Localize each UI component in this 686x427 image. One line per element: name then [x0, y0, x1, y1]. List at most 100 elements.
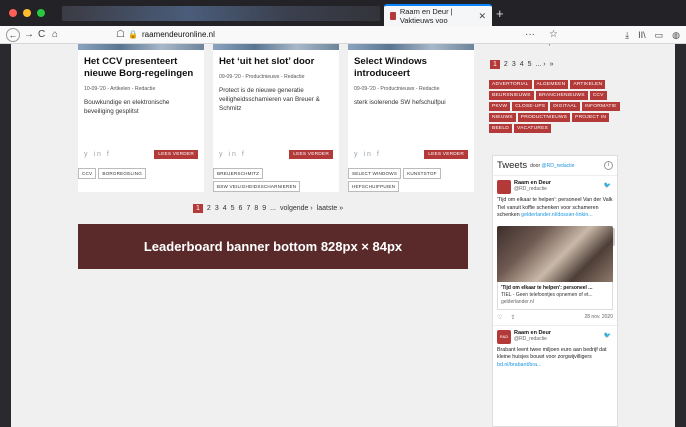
page-link[interactable]: 9 — [262, 205, 266, 212]
tweet-link-card[interactable]: 'Tijd om elkaar te helpen': personeel ..… — [497, 281, 613, 310]
tweets-handle[interactable]: @RD_redactie — [542, 163, 575, 169]
category-tag[interactable]: CCV — [589, 91, 607, 100]
minimize-window-button[interactable] — [23, 9, 31, 17]
category-tag[interactable]: VACATURES — [514, 124, 552, 133]
web-page: Het CCV presenteert nieuwe Borg-regeling… — [11, 44, 675, 427]
bookmark-star-icon[interactable]: ☆ — [549, 28, 558, 42]
page-link[interactable]: 7 — [246, 205, 250, 212]
twitter-bird-icon: 🐦 — [603, 183, 611, 189]
navigation-bar: ← → C ⌂ ☖ 🔒 raamendeuronline.nl ··· ☆ ⤓ I… — [0, 26, 686, 44]
read-more-button[interactable]: LEES VERDER — [289, 149, 333, 159]
like-icon[interactable]: ♡ — [497, 314, 502, 321]
share-icons[interactable]: y in f — [354, 151, 381, 158]
leaderboard-banner[interactable]: Leaderboard banner bottom 828px × 84px — [78, 224, 468, 269]
home-icon[interactable]: ⌂ — [52, 28, 58, 42]
tag[interactable]: SELECT WINDOWS — [348, 168, 402, 179]
page-link[interactable]: 3 — [215, 205, 219, 212]
read-more-button[interactable]: LEES VERDER — [424, 149, 468, 159]
close-window-button[interactable] — [9, 9, 17, 17]
avatar[interactable] — [497, 180, 511, 194]
info-icon[interactable]: i — [604, 161, 613, 170]
tag[interactable]: HEFSCHUIFPUIEN — [348, 181, 400, 192]
article-title[interactable]: Select Windows introduceert — [348, 50, 474, 80]
sidebar-snippet[interactable]: politie-inzet — [549, 44, 579, 46]
page-last[interactable]: laatste » — [317, 205, 343, 212]
page-link[interactable]: 4 — [520, 61, 524, 68]
link-card-url: gelderlander.nl — [501, 298, 534, 305]
twitter-widget: Tweets door @RD_redactie i 🐦 Raam en Deu… — [492, 155, 618, 427]
tag[interactable]: BSW VEILIGHEIDSSCHARNIEREN — [213, 181, 301, 192]
article-footer: y in f LEES VERDER — [354, 148, 468, 160]
share-icons[interactable]: y in f — [219, 151, 246, 158]
tab-title: Raam en Deur | Vaktieuws voo — [399, 7, 453, 25]
url-text: raamendeuronline.nl — [141, 30, 215, 39]
tweets-by-label: door — [530, 162, 541, 169]
page-link[interactable]: 6 — [239, 205, 243, 212]
extension-icon[interactable]: ◍ — [672, 28, 680, 42]
category-tag[interactable]: PROJECT IN — [572, 113, 610, 122]
read-more-button[interactable]: LEES VERDER — [154, 149, 198, 159]
category-tag[interactable]: CLOSE-UPS — [512, 102, 549, 111]
tweet-date[interactable]: 28 nov. 2020 — [584, 314, 613, 320]
zoom-window-button[interactable] — [37, 9, 45, 17]
page-link[interactable]: 3 — [512, 61, 516, 68]
share-icon[interactable]: ⇪ — [510, 314, 515, 321]
category-tag[interactable]: ARTIKELEN — [570, 80, 606, 89]
active-tab[interactable]: Raam en Deur | Vaktieuws voo ✕ — [384, 4, 492, 26]
blurred-tabs — [62, 6, 380, 21]
page-link[interactable]: 2 — [504, 61, 508, 68]
category-tag[interactable]: NIEUWS — [489, 113, 516, 122]
library-icon[interactable]: II\ — [638, 28, 646, 42]
category-tag[interactable]: PKVW — [489, 102, 511, 111]
page-link[interactable]: 8 — [254, 205, 258, 212]
page-link[interactable]: 2 — [207, 205, 211, 212]
tweet-link[interactable]: bd.nl/brabant/bra... — [497, 362, 541, 368]
page-more[interactable]: ... › — [536, 61, 546, 68]
tweet-text: Brabant leent twee miljoen euro aan bedr… — [497, 347, 613, 370]
category-tag[interactable]: DIGITAAL — [550, 102, 580, 111]
window-controls — [9, 9, 45, 17]
tweet[interactable]: 🐦 Raam en Deur @RD_redactie 'Tijd om elk… — [493, 175, 617, 325]
page-last[interactable]: » — [550, 61, 554, 68]
page-link[interactable]: 5 — [231, 205, 235, 212]
tweet-photo[interactable] — [497, 225, 613, 282]
page-link[interactable]: 4 — [223, 205, 227, 212]
article-title[interactable]: Het ‘uit het slot’ door — [213, 50, 339, 68]
article-excerpt: Bouwkundige en elektronische beveiliging… — [84, 99, 170, 115]
category-tag[interactable]: PRODUCTNIEUWS — [517, 113, 571, 122]
tag[interactable]: BREUERSCHMITZ — [213, 168, 264, 179]
article-title[interactable]: Het CCV presenteert nieuwe Borg-regeling… — [78, 50, 204, 80]
category-tag[interactable]: INFORMATIE — [581, 102, 620, 111]
tag[interactable]: KUNSTSTOF — [403, 168, 441, 179]
avatar[interactable]: R&D — [497, 329, 511, 344]
forward-icon[interactable]: → — [24, 28, 34, 42]
category-tag[interactable]: ADVERTORIAL — [489, 80, 532, 89]
tweet-actions: ♡ ⇪ 28 nov. 2020 — [497, 314, 613, 321]
tweet-author[interactable]: Raam en Deur — [514, 330, 551, 336]
category-tag[interactable]: BRANCHENIEUWS — [535, 91, 588, 100]
category-tag[interactable]: BEELD — [489, 124, 513, 133]
new-tab-button[interactable]: + — [496, 6, 504, 21]
reload-icon[interactable]: C — [38, 28, 45, 42]
page-link[interactable]: 5 — [528, 61, 532, 68]
tweet-link[interactable]: gelderlander.nl/dossier-linkin... — [521, 212, 593, 218]
tweet[interactable]: 🐦 R&D Raam en Deur @RD_redactie Brabant … — [493, 324, 617, 374]
page-current[interactable]: 1 — [193, 204, 203, 213]
page-current[interactable]: 1 — [490, 60, 500, 69]
tag[interactable]: CCV — [78, 168, 97, 179]
tab-close-icon[interactable]: ✕ — [478, 11, 486, 22]
share-icons[interactable]: y in f — [84, 151, 111, 158]
url-bar[interactable]: 🔒 raamendeuronline.nl — [128, 28, 215, 42]
page-actions-icon[interactable]: ··· — [525, 28, 535, 42]
tweet-handle[interactable]: @RD_redactie — [514, 186, 551, 192]
page-next[interactable]: volgende › — [280, 205, 313, 212]
back-icon[interactable]: ← — [6, 28, 20, 42]
category-tag[interactable]: BEURSNIEUWS — [489, 91, 534, 100]
sidebar-icon[interactable]: ▭ — [655, 28, 664, 42]
category-tag[interactable]: ALGEMEEN — [533, 80, 569, 89]
browser-titlebar: Raam en Deur | Vaktieuws voo ✕ + — [0, 0, 686, 26]
download-icon[interactable]: ⤓ — [625, 28, 629, 42]
shield-icon[interactable]: ☖ — [116, 28, 125, 42]
tag[interactable]: BORGREGELING — [98, 168, 146, 179]
tweet-handle[interactable]: @RD_redactie — [514, 336, 551, 342]
